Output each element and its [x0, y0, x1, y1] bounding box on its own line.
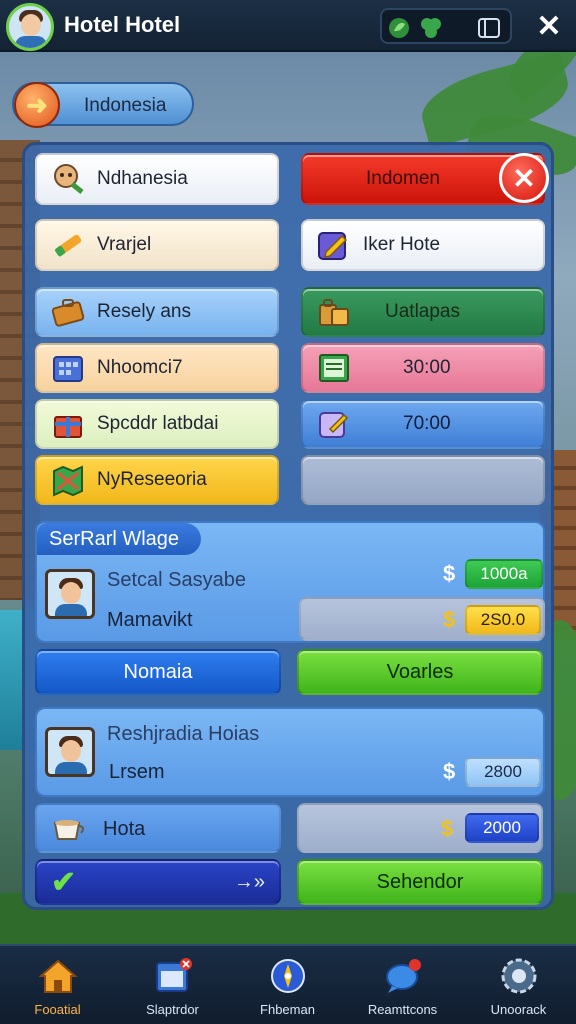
cup-icon [49, 813, 89, 845]
action-button[interactable]: Sehendor [297, 859, 543, 905]
ledger-icon [315, 350, 353, 386]
luggage-icon [315, 294, 353, 330]
option-label: Resely ans [97, 301, 191, 322]
option-label: Nhoomci7 [97, 357, 183, 378]
option-button[interactable]: Ndhanesia [35, 153, 279, 205]
option-label: Ndhanesia [97, 168, 188, 189]
currency-icon: $ [443, 561, 456, 586]
price-value: 2800 [465, 757, 541, 787]
option-label: Vrarjel [97, 234, 152, 255]
briefcase-icon [49, 294, 87, 330]
confirm-button[interactable]: ✔ →» [35, 859, 281, 905]
close-icon[interactable]: ✕ [532, 8, 566, 44]
option-button[interactable]: 30:00 [301, 343, 545, 393]
compass-icon [266, 954, 310, 998]
option-button[interactable]: Resely ans [35, 287, 279, 337]
leaf-icon[interactable] [386, 15, 412, 41]
option-button[interactable]: NyReseeoria [35, 455, 279, 505]
option-button[interactable]: Vrarjel [35, 219, 279, 271]
coin-icon: $ [441, 816, 454, 841]
empty-slot[interactable] [301, 455, 545, 505]
option-button[interactable]: Iker Hote [301, 219, 545, 271]
guest-name: Setcal Sasyabe [107, 569, 246, 591]
option-label: Iker Hote [363, 234, 441, 255]
main-panel: Ndhanesia Vrarjel Resely ans Nhoomci7 Sp… [22, 142, 554, 910]
toolbar-group [380, 8, 512, 44]
app-title: Hotel Hotel [64, 12, 181, 37]
currency-icon: $ [443, 759, 456, 784]
item-row[interactable]: Hota [35, 803, 281, 853]
guest-section: Reshjradia Hoias Lrsem $ 2800 [35, 707, 545, 797]
action-button[interactable]: Voarles [297, 649, 543, 695]
item-label: Hota [103, 818, 146, 840]
guest-detail: Mamavikt [107, 609, 193, 631]
guest-section: SerRarl Wlage Setcal Sasyabe Mamavikt $ … [35, 521, 545, 643]
option-button[interactable]: 70:00 [301, 399, 545, 449]
checkmark-icon: ✔ [51, 865, 77, 899]
top-bar: Hotel Hotel ✕ [0, 0, 576, 52]
edit-icon [315, 227, 353, 263]
location-label: Indonesia [84, 95, 167, 116]
home-icon [36, 954, 80, 998]
pencil-icon [49, 227, 87, 263]
chat-icon [381, 954, 425, 998]
nav-item-home[interactable]: Fooatial [0, 946, 115, 1024]
option-label: Spcddr latbdai [97, 413, 219, 434]
forward-arrow-icon: →» [233, 870, 265, 893]
price-field[interactable]: $ 2000 [297, 803, 543, 853]
settings-icon [497, 954, 541, 998]
guest-detail: Lrsem [109, 761, 165, 783]
player-avatar[interactable] [6, 3, 54, 51]
option-label: Uatlapas [385, 301, 460, 322]
gift-icon [49, 406, 87, 442]
section-title: SerRarl Wlage [37, 523, 202, 555]
location-selector[interactable]: ➜ Indonesia [12, 82, 194, 128]
nav-label: Fooatial [34, 1002, 81, 1017]
nav-item-compass[interactable]: Fhbeman [230, 946, 345, 1024]
price-value: 1000a [465, 559, 543, 589]
clover-icon[interactable] [418, 15, 444, 41]
nav-label: Reamttcons [367, 1002, 438, 1017]
option-label: 30:00 [403, 357, 451, 378]
option-button[interactable]: Uatlapas [301, 287, 545, 337]
nav-item-settings[interactable]: Unoorack [461, 946, 576, 1024]
calendar-icon [151, 954, 195, 998]
option-label: NyReseeoria [97, 469, 207, 490]
close-icon[interactable]: ✕ [499, 153, 549, 203]
nav-item-calendar[interactable]: Slaptrdor [115, 946, 230, 1024]
price-value: 2S0.0 [465, 605, 541, 635]
option-button[interactable]: Nhoomci7 [35, 343, 279, 393]
building-icon [49, 350, 87, 386]
option-button[interactable]: Spcddr latbdai [35, 399, 279, 449]
guest-avatar[interactable] [45, 569, 95, 619]
tourist-icon [49, 161, 87, 197]
guest-avatar[interactable] [45, 727, 95, 777]
coin-icon: $ [443, 607, 456, 632]
window-icon[interactable] [476, 15, 502, 41]
nav-item-chat[interactable]: Reamttcons [345, 946, 460, 1024]
nav-label: Unoorack [490, 1002, 547, 1017]
option-button-alert[interactable]: Indomen ✕ [301, 153, 549, 205]
note-icon [315, 406, 353, 442]
nav-label: Fhbeman [260, 1002, 315, 1017]
price-value: 2000 [465, 813, 539, 843]
action-button[interactable]: Nomaia [35, 649, 281, 695]
option-label: Indomen [366, 168, 440, 189]
map-icon [49, 462, 87, 498]
guest-name: Reshjradia Hoias [107, 723, 260, 745]
bottom-nav: Fooatial Slaptrdor Fhbeman Reamttcons Un… [0, 944, 576, 1024]
nav-label: Slaptrdor [146, 1002, 199, 1017]
option-label: 70:00 [403, 413, 451, 434]
arrow-right-icon: ➜ [14, 82, 60, 128]
